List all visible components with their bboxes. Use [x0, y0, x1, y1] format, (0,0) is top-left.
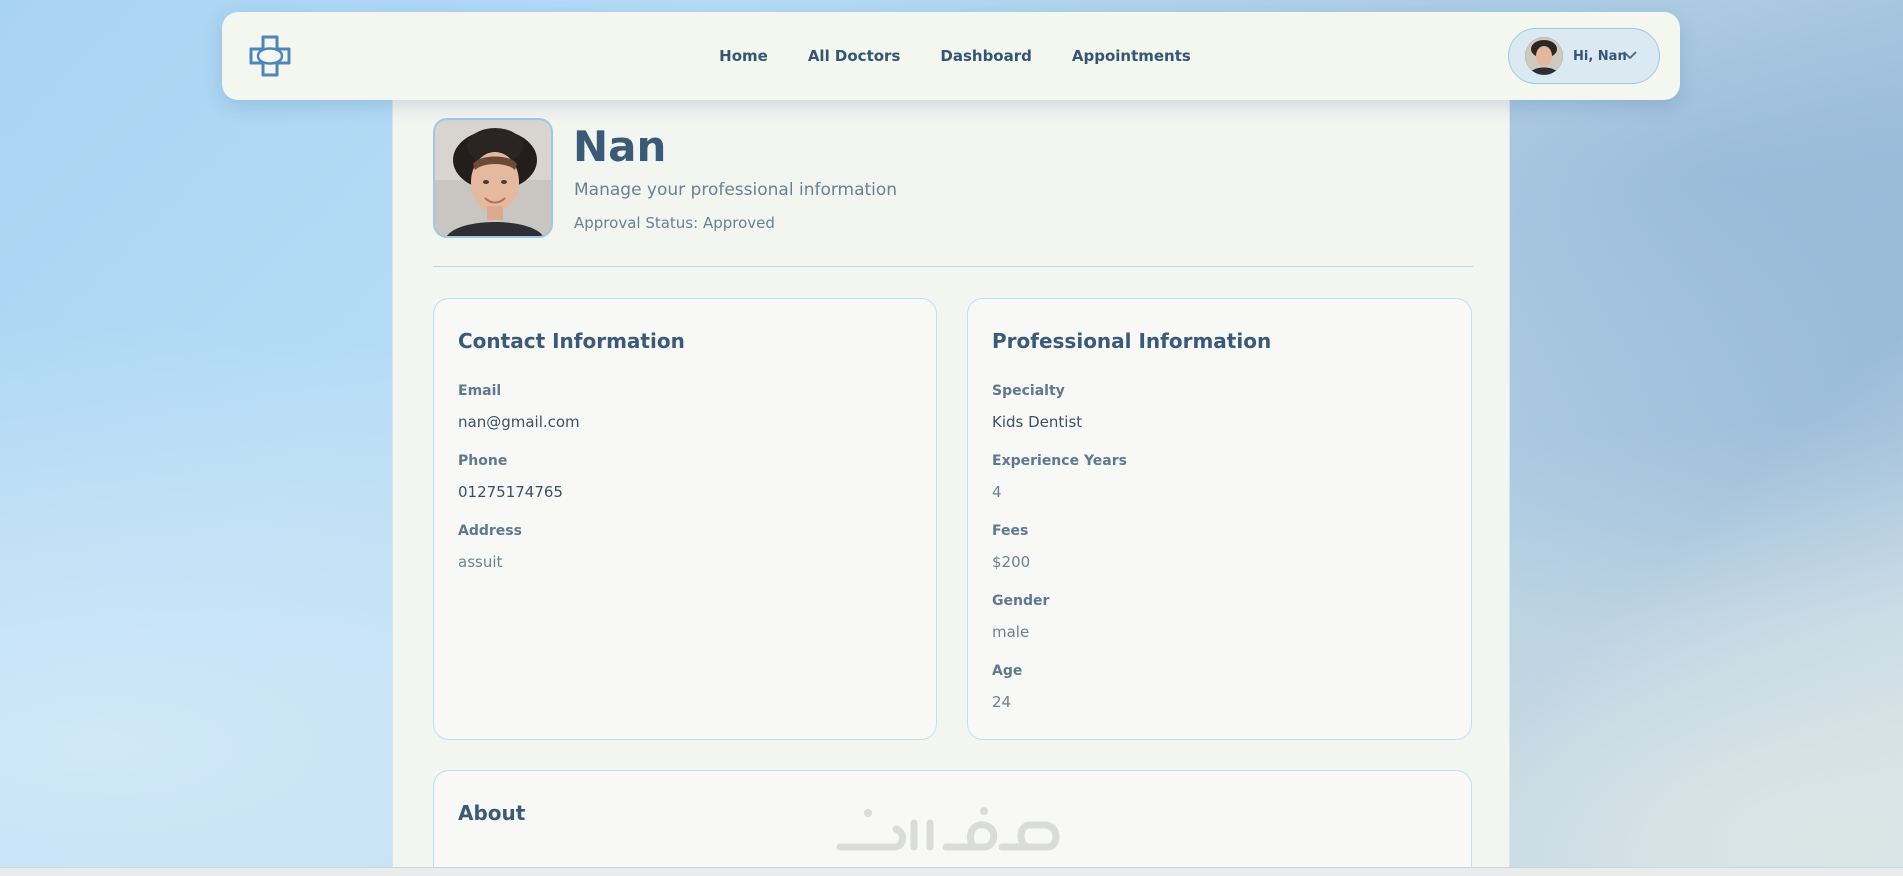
- user-menu-button[interactable]: Hi, Nan: [1508, 28, 1660, 84]
- about-card: About: [433, 770, 1472, 876]
- approval-status: Approval Status: Approved: [574, 214, 775, 232]
- field-value-address: assuit: [458, 553, 503, 571]
- field-label-email: Email: [458, 383, 502, 399]
- field-label-fees: Fees: [992, 523, 1029, 539]
- card-title: Contact Information: [458, 329, 685, 353]
- profile-name: Nan: [573, 122, 667, 171]
- bottom-taskbar: [0, 867, 1903, 876]
- field-label-gender: Gender: [992, 593, 1050, 609]
- field-value-specialty: Kids Dentist: [992, 413, 1083, 431]
- field-label-specialty: Specialty: [992, 383, 1065, 399]
- nav-all-doctors[interactable]: All Doctors: [808, 47, 901, 65]
- field-value-phone: 01275174765: [458, 483, 563, 501]
- field-value-email: nan@gmail.com: [458, 413, 580, 431]
- field-value-gender: male: [992, 623, 1030, 641]
- profile-subtitle: Manage your professional information: [574, 180, 898, 200]
- field-value-fees: $200: [992, 553, 1031, 571]
- nav-home[interactable]: Home: [719, 47, 768, 65]
- profile-photo: [433, 118, 553, 238]
- profile-panel: Nan Manage your professional information…: [392, 100, 1510, 876]
- field-value-experience: 4: [992, 483, 1002, 501]
- professional-information-card: Professional Information Specialty Kids …: [967, 298, 1472, 740]
- main-nav: Home All Doctors Dashboard Appointments: [222, 12, 1680, 100]
- user-avatar: [1525, 37, 1563, 75]
- user-greeting: Hi, Nan: [1573, 48, 1627, 64]
- field-label-experience: Experience Years: [992, 453, 1127, 469]
- top-navbar: Home All Doctors Dashboard Appointments …: [222, 12, 1680, 100]
- card-title: Professional Information: [992, 329, 1272, 353]
- field-label-age: Age: [992, 663, 1023, 679]
- field-value-age: 24: [992, 693, 1012, 711]
- section-divider: [433, 266, 1473, 267]
- chevron-down-icon[interactable]: [1623, 50, 1637, 60]
- field-label-address: Address: [458, 523, 522, 539]
- field-label-phone: Phone: [458, 453, 508, 469]
- nav-dashboard[interactable]: Dashboard: [940, 47, 1031, 65]
- card-title: About: [458, 801, 526, 825]
- contact-information-card: Contact Information Email nan@gmail.com …: [433, 298, 937, 740]
- nav-appointments[interactable]: Appointments: [1072, 47, 1191, 65]
